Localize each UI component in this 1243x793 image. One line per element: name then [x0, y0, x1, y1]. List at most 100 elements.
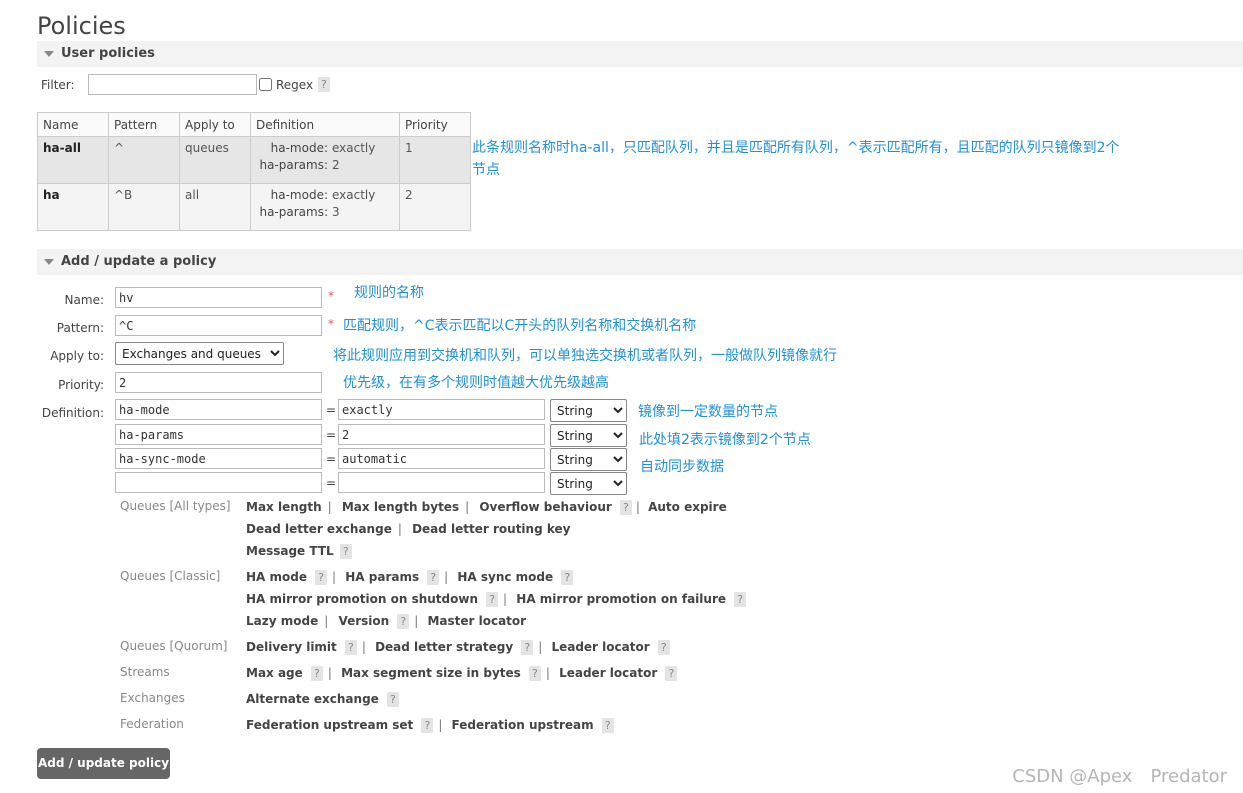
- option-max-segment-size[interactable]: Max segment size in bytes: [341, 666, 521, 680]
- ha-promo-shutdown-help-icon[interactable]: ?: [486, 592, 499, 607]
- delivery-limit-help-icon[interactable]: ?: [344, 640, 357, 655]
- option-federation-upstream-set[interactable]: Federation upstream set: [246, 718, 413, 732]
- def-key: ha-mode:: [270, 141, 328, 155]
- watermark: CSDN @Apex Predator: [1012, 766, 1227, 787]
- option-dead-letter-exchange[interactable]: Dead letter exchange: [246, 522, 392, 536]
- definition-type-select[interactable]: String: [550, 424, 627, 447]
- option-ha-sync-mode[interactable]: HA sync mode: [457, 570, 553, 584]
- definition-type-select[interactable]: String: [550, 399, 627, 422]
- apply-to-label: Apply to:: [50, 349, 104, 363]
- def-value: 2: [332, 158, 340, 172]
- option-max-length[interactable]: Max length: [246, 500, 322, 514]
- ha-mode-help-icon[interactable]: ?: [315, 570, 328, 585]
- definition-key-input[interactable]: [115, 472, 322, 493]
- table-row[interactable]: ha ^B all ha-mode: exactly ha-params: 3 2: [37, 183, 471, 231]
- option-delivery-limit[interactable]: Delivery limit: [246, 640, 337, 654]
- option-stream-leader-locator[interactable]: Leader locator: [559, 666, 657, 680]
- max-age-help-icon[interactable]: ?: [310, 666, 323, 681]
- page-title: Policies: [37, 12, 126, 40]
- max-segment-help-icon[interactable]: ?: [529, 666, 541, 681]
- col-name[interactable]: Name: [37, 112, 109, 137]
- definition-key-input[interactable]: [115, 399, 322, 420]
- equals-sign: =: [326, 452, 337, 466]
- fed-upstream-help-icon[interactable]: ?: [601, 718, 614, 733]
- policy-pattern: ^: [108, 136, 180, 184]
- definition-key-input[interactable]: [115, 424, 322, 445]
- definition-value-input[interactable]: [338, 424, 545, 445]
- name-required-mark: *: [328, 289, 334, 303]
- apply-to-select[interactable]: Exchanges and queues: [115, 342, 284, 365]
- option-auto-expire[interactable]: Auto expire: [648, 500, 727, 514]
- option-ha-mode[interactable]: HA mode: [246, 570, 307, 584]
- option-max-age[interactable]: Max age: [246, 666, 303, 680]
- add-update-policy-button[interactable]: Add / update policy: [37, 748, 170, 779]
- dead-letter-strategy-help-icon[interactable]: ?: [521, 640, 534, 655]
- definition-value-input[interactable]: [338, 399, 545, 420]
- stream-leader-locator-help-icon[interactable]: ?: [665, 666, 678, 681]
- name-input[interactable]: [115, 287, 322, 308]
- fed-upstream-set-help-icon[interactable]: ?: [421, 718, 434, 733]
- option-master-locator[interactable]: Master locator: [427, 614, 526, 628]
- equals-sign: =: [326, 476, 337, 490]
- pattern-label: Pattern:: [56, 321, 104, 335]
- message-ttl-help-icon[interactable]: ?: [339, 544, 352, 559]
- pattern-input[interactable]: [115, 315, 322, 336]
- annotation-pattern: 匹配规则，^C表示匹配以C开头的队列名称和交换机名称: [343, 318, 697, 334]
- col-priority[interactable]: Priority: [399, 112, 471, 137]
- category-queues-all-types: Queues [All types]: [120, 499, 231, 513]
- policy-name-link[interactable]: ha: [37, 183, 109, 231]
- option-ha-params[interactable]: HA params: [345, 570, 419, 584]
- definition-type-select[interactable]: String: [550, 472, 627, 495]
- col-definition[interactable]: Definition: [250, 112, 400, 137]
- ha-promo-failure-help-icon[interactable]: ?: [734, 592, 747, 607]
- regex-help-icon[interactable]: ?: [318, 77, 330, 92]
- option-message-ttl[interactable]: Message TTL: [246, 544, 334, 558]
- version-help-icon[interactable]: ?: [397, 614, 410, 629]
- category-queues-classic: Queues [Classic]: [120, 569, 221, 583]
- alternate-exchange-help-icon[interactable]: ?: [386, 692, 399, 707]
- option-dead-letter-strategy[interactable]: Dead letter strategy: [375, 640, 513, 654]
- col-apply-to[interactable]: Apply to: [179, 112, 251, 137]
- def-value: exactly: [332, 188, 376, 202]
- policies-table: Name Pattern Apply to Definition Priorit…: [37, 112, 471, 231]
- option-federation-upstream[interactable]: Federation upstream: [452, 718, 594, 732]
- filter-label: Filter:: [41, 78, 75, 92]
- def-key: ha-params:: [259, 205, 328, 219]
- option-alternate-exchange[interactable]: Alternate exchange: [246, 692, 379, 706]
- policy-name-link[interactable]: ha-all: [37, 136, 109, 184]
- definition-value-input[interactable]: [338, 448, 545, 469]
- annotation-ha-all-line2: 节点: [472, 162, 500, 178]
- annotation-name: 规则的名称: [354, 285, 424, 301]
- def-value: exactly: [332, 141, 376, 155]
- option-dead-letter-routing-key[interactable]: Dead letter routing key: [412, 522, 570, 536]
- ha-params-help-icon[interactable]: ?: [427, 570, 440, 585]
- option-version[interactable]: Version: [338, 614, 389, 628]
- user-policies-title: User policies: [61, 46, 155, 61]
- user-policies-header[interactable]: User policies: [37, 41, 1243, 67]
- priority-label: Priority:: [58, 378, 104, 392]
- annotation-def3: 自动同步数据: [640, 459, 724, 475]
- collapse-triangle-icon: [44, 259, 54, 265]
- definition-value-input[interactable]: [338, 472, 545, 493]
- policy-priority: 1: [399, 136, 471, 184]
- annotation-priority: 优先级，在有多个规则时值越大优先级越高: [343, 375, 609, 391]
- policy-pattern: ^B: [108, 183, 180, 231]
- regex-checkbox[interactable]: [259, 78, 272, 91]
- leader-locator-help-icon[interactable]: ?: [657, 640, 670, 655]
- add-policy-header[interactable]: Add / update a policy: [37, 249, 1243, 275]
- table-row[interactable]: ha-all ^ queues ha-mode: exactly ha-param…: [37, 136, 471, 184]
- option-ha-promotion-failure[interactable]: HA mirror promotion on failure: [516, 592, 726, 606]
- option-max-length-bytes[interactable]: Max length bytes: [342, 500, 459, 514]
- option-leader-locator[interactable]: Leader locator: [551, 640, 649, 654]
- policy-apply-to: queues: [179, 136, 251, 184]
- option-lazy-mode[interactable]: Lazy mode: [246, 614, 318, 628]
- option-overflow-behaviour[interactable]: Overflow behaviour: [479, 500, 612, 514]
- col-pattern[interactable]: Pattern: [108, 112, 180, 137]
- filter-input[interactable]: [88, 74, 257, 95]
- option-ha-promotion-shutdown[interactable]: HA mirror promotion on shutdown: [246, 592, 478, 606]
- definition-type-select[interactable]: String: [550, 448, 627, 471]
- priority-input[interactable]: [115, 372, 322, 393]
- overflow-help-icon[interactable]: ?: [620, 500, 632, 515]
- definition-key-input[interactable]: [115, 448, 322, 469]
- ha-sync-help-icon[interactable]: ?: [561, 570, 574, 585]
